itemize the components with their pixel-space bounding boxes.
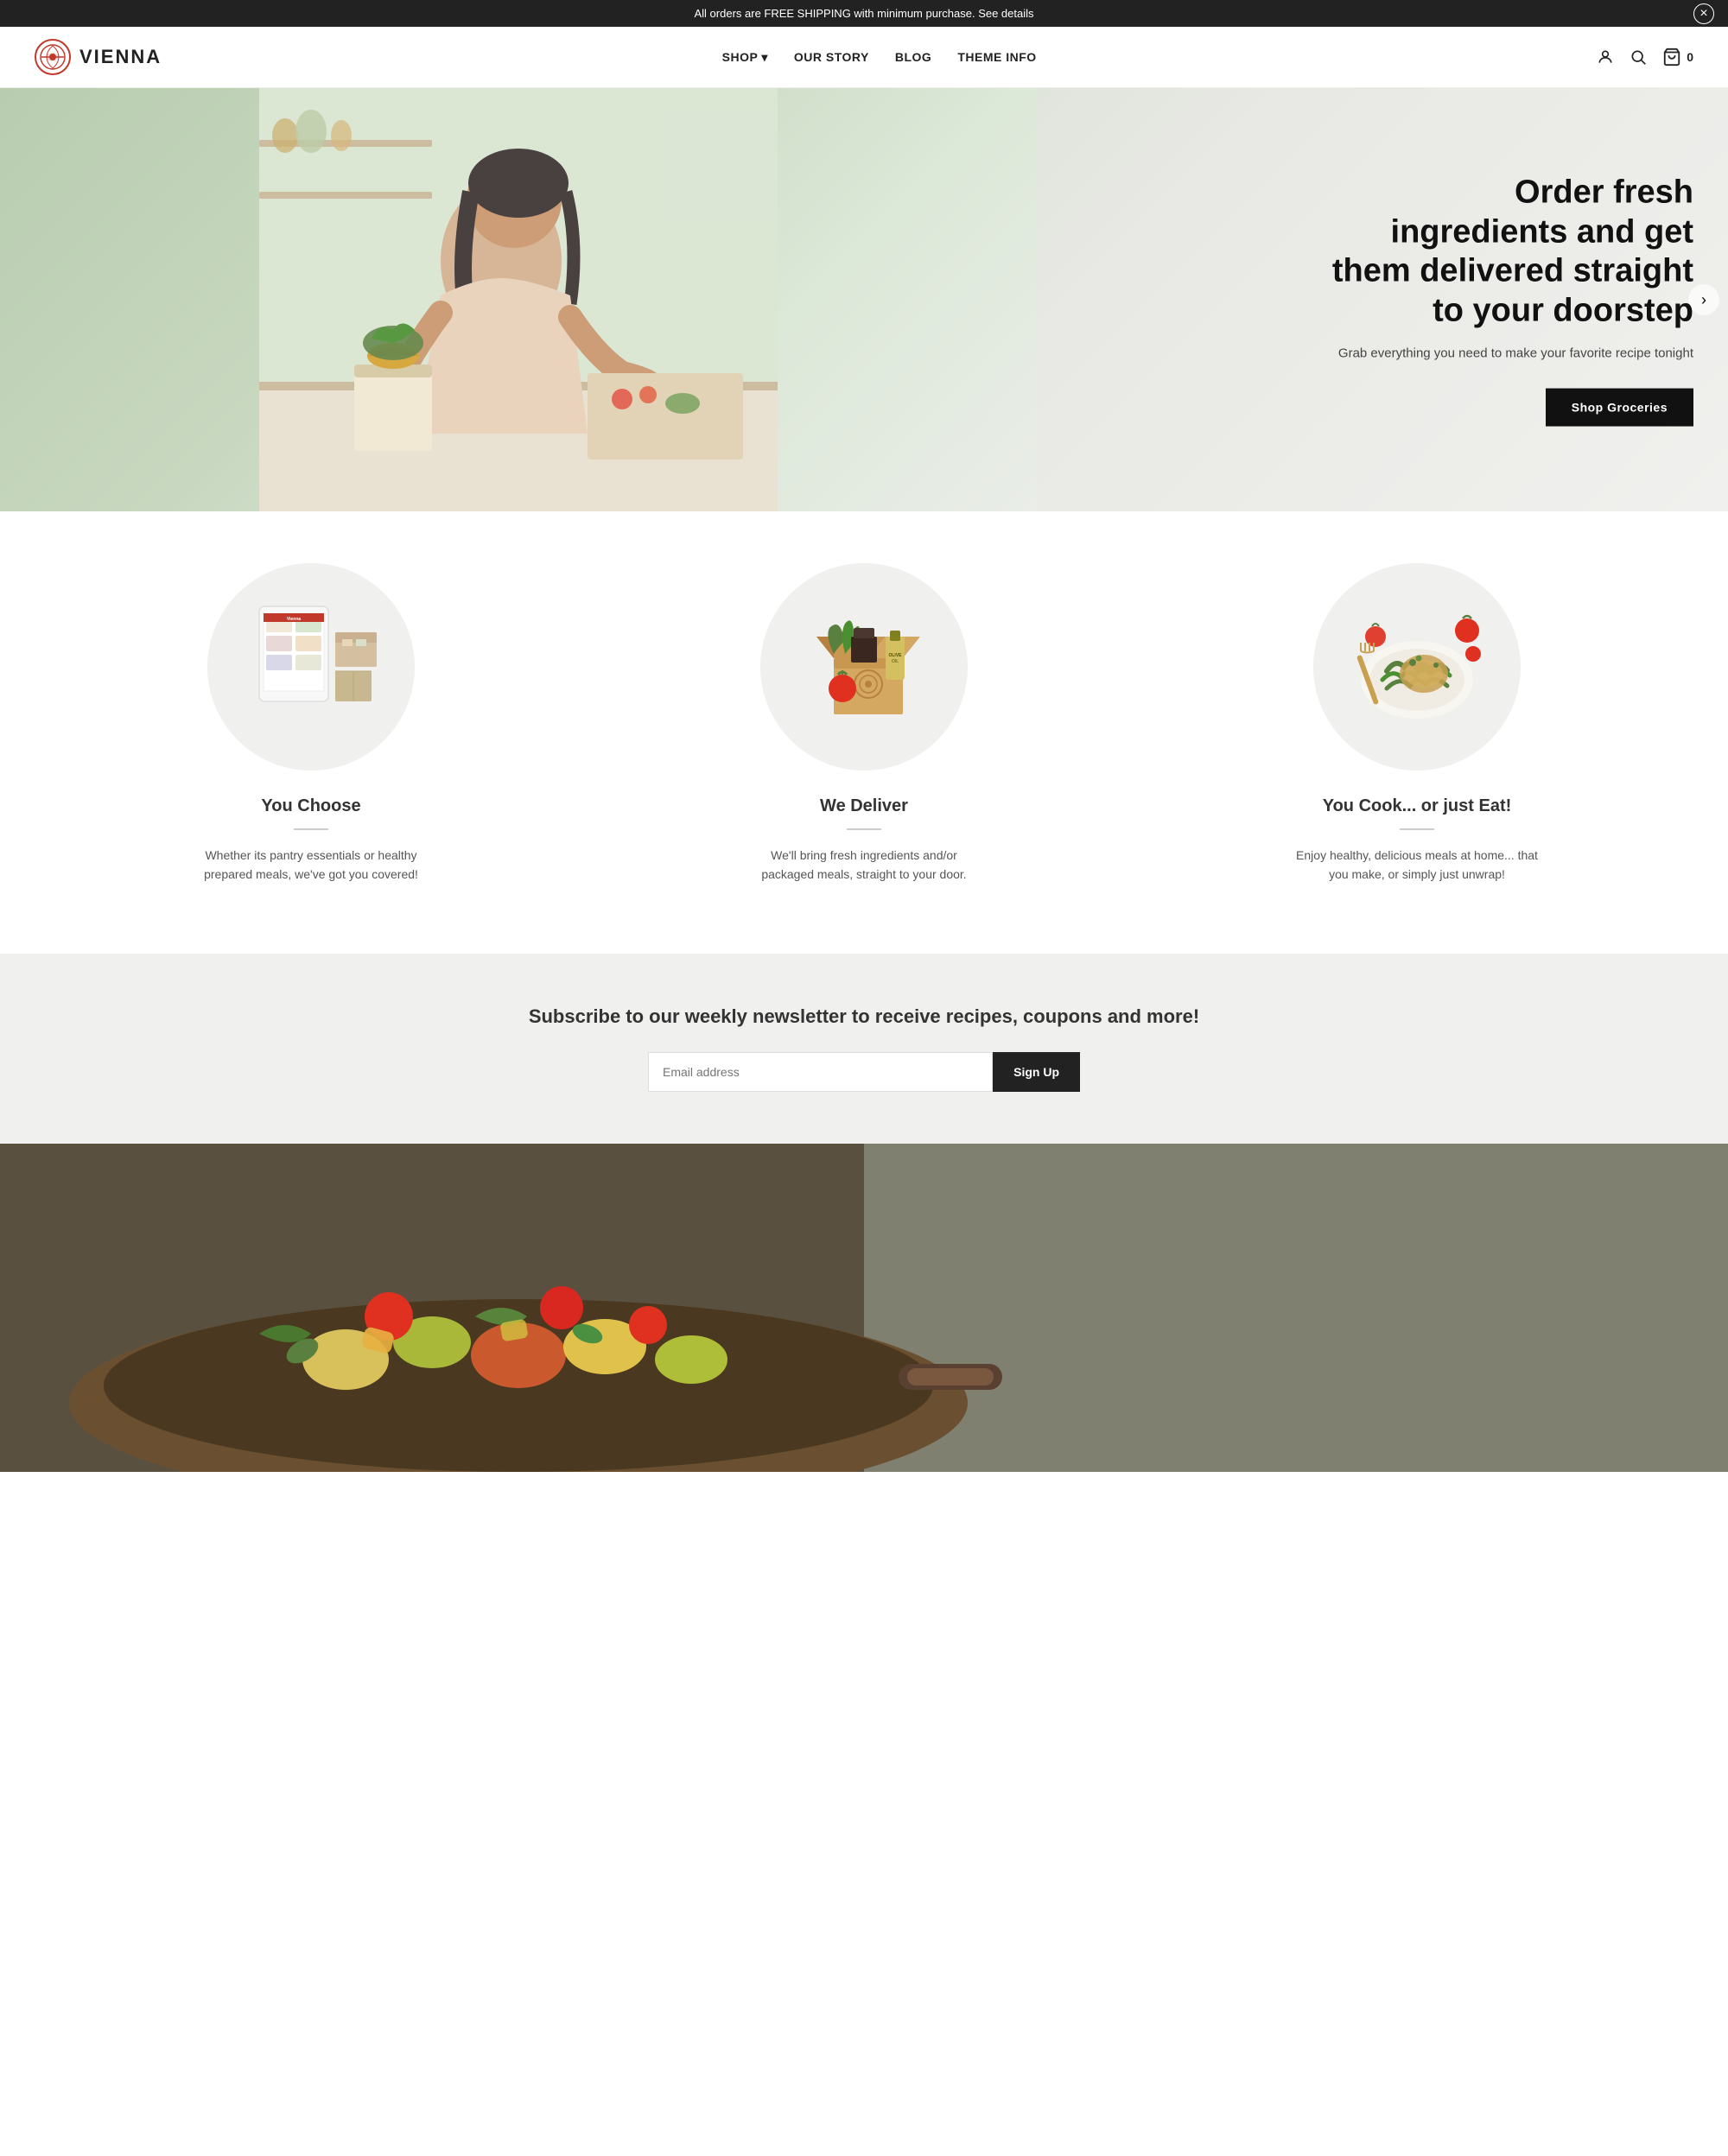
newsletter-section: Subscribe to our weekly newsletter to re… bbox=[0, 954, 1728, 1144]
feature-3-image bbox=[1313, 563, 1521, 770]
hero-content: Order fresh ingredients and get them del… bbox=[1331, 174, 1693, 427]
bottom-food-image bbox=[0, 1144, 1728, 1472]
logo-text: VIENNA bbox=[79, 46, 162, 68]
account-button[interactable] bbox=[1597, 48, 1614, 66]
search-button[interactable] bbox=[1630, 48, 1647, 66]
header-icons: 0 bbox=[1597, 48, 1693, 67]
account-icon bbox=[1597, 48, 1614, 66]
cart-count: 0 bbox=[1687, 50, 1693, 64]
feature-1-title: You Choose bbox=[190, 796, 432, 816]
newsletter-signup-button[interactable]: Sign Up bbox=[993, 1052, 1080, 1092]
feature-3-text: Enjoy healthy, delicious meals at home..… bbox=[1296, 846, 1538, 885]
feature-2-title: We Deliver bbox=[743, 796, 985, 816]
newsletter-title: Subscribe to our weekly newsletter to re… bbox=[35, 1005, 1693, 1028]
feature-2-illustration: OLIVE OIL bbox=[786, 589, 942, 745]
bottom-food-illustration bbox=[0, 1144, 1728, 1472]
announcement-close-button[interactable]: × bbox=[1693, 3, 1714, 24]
feature-2-text: We'll bring fresh ingredients and/or pac… bbox=[743, 846, 985, 885]
feature-1-text: Whether its pantry essentials or healthy… bbox=[190, 846, 432, 885]
svg-text:Vienna: Vienna bbox=[287, 617, 302, 622]
feature-1-divider bbox=[294, 828, 328, 830]
feature-you-choose: Vienna You Choose Whether its pantry ess… bbox=[164, 563, 458, 885]
feature-3-illustration bbox=[1339, 589, 1495, 745]
feature-3-divider bbox=[1400, 828, 1434, 830]
announcement-text: All orders are FREE SHIPPING with minimu… bbox=[694, 7, 1033, 20]
hero-section: Order fresh ingredients and get them del… bbox=[0, 88, 1728, 511]
features-section: Vienna You Choose Whether its pantry ess… bbox=[0, 511, 1728, 954]
search-icon bbox=[1630, 48, 1647, 66]
feature-1-illustration: Vienna bbox=[233, 589, 389, 745]
hero-image bbox=[0, 88, 1037, 511]
hero-background-illustration bbox=[0, 88, 1037, 511]
svg-text:OIL: OIL bbox=[892, 659, 899, 664]
newsletter-form: Sign Up bbox=[648, 1052, 1080, 1092]
announcement-bar: All orders are FREE SHIPPING with minimu… bbox=[0, 0, 1728, 27]
close-icon: × bbox=[1699, 6, 1707, 22]
feature-2-divider bbox=[847, 828, 881, 830]
logo-icon bbox=[35, 39, 71, 75]
chevron-down-icon: ▾ bbox=[761, 50, 768, 65]
arrow-right-icon: › bbox=[1701, 291, 1706, 309]
hero-title: Order fresh ingredients and get them del… bbox=[1331, 174, 1693, 331]
feature-3-title: You Cook... or just Eat! bbox=[1296, 796, 1538, 816]
cart-button[interactable]: 0 bbox=[1662, 48, 1693, 67]
nav-blog[interactable]: BLOG bbox=[895, 50, 931, 64]
logo-link[interactable]: VIENNA bbox=[35, 39, 162, 75]
svg-text:OLIVE: OLIVE bbox=[888, 653, 902, 658]
nav-theme-info[interactable]: THEME INFO bbox=[957, 50, 1036, 64]
feature-2-image: OLIVE OIL bbox=[760, 563, 968, 770]
feature-you-cook: You Cook... or just Eat! Enjoy healthy, … bbox=[1270, 563, 1564, 885]
nav-shop[interactable]: SHOP ▾ bbox=[722, 50, 768, 65]
shop-groceries-button[interactable]: Shop Groceries bbox=[1546, 388, 1693, 426]
newsletter-email-input[interactable] bbox=[648, 1052, 993, 1092]
hero-subtitle: Grab everything you need to make your fa… bbox=[1331, 345, 1693, 365]
nav-our-story[interactable]: OUR STORY bbox=[794, 50, 869, 64]
feature-we-deliver: OLIVE OIL We Deliver We'll bring fresh i… bbox=[717, 563, 1011, 885]
cart-icon bbox=[1662, 48, 1681, 67]
feature-1-image: Vienna bbox=[207, 563, 415, 770]
header: VIENNA SHOP ▾ OUR STORY BLOG THEME INFO bbox=[0, 27, 1728, 88]
main-nav: SHOP ▾ OUR STORY BLOG THEME INFO bbox=[722, 50, 1037, 65]
